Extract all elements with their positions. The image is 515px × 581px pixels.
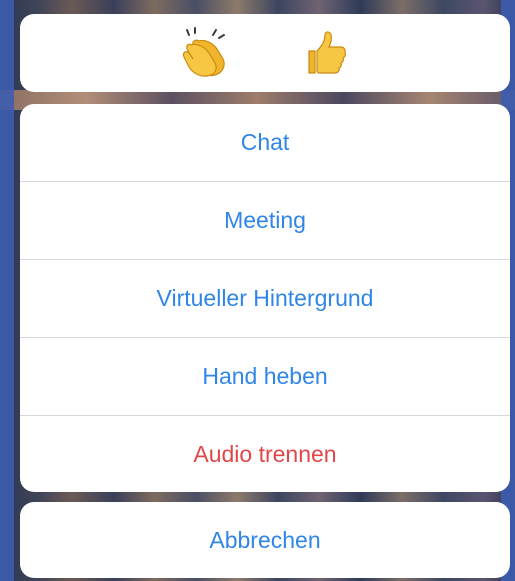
cancel-group: Abbrechen [20, 502, 510, 578]
virtual-background-button[interactable]: Virtueller Hintergrund [20, 259, 510, 337]
chat-button[interactable]: Chat [20, 104, 510, 181]
clapping-hands-icon [179, 27, 231, 79]
disconnect-audio-button[interactable]: Audio trennen [20, 415, 510, 492]
action-sheet: Chat Meeting Virtueller Hintergrund Hand… [20, 104, 510, 492]
thumbs-up-reaction-button[interactable] [265, 14, 385, 92]
clap-reaction-button[interactable] [145, 14, 265, 92]
raise-hand-button[interactable]: Hand heben [20, 337, 510, 415]
disconnect-audio-label: Audio trennen [193, 441, 337, 467]
thumbs-up-icon [301, 29, 349, 77]
raise-hand-label: Hand heben [202, 363, 328, 389]
cancel-label: Abbrechen [209, 526, 321, 553]
meeting-button[interactable]: Meeting [20, 181, 510, 259]
cancel-button[interactable]: Abbrechen [20, 502, 510, 578]
reactions-bar [20, 14, 510, 92]
chat-label: Chat [240, 129, 290, 155]
virtual-background-label: Virtueller Hintergrund [156, 285, 374, 311]
meeting-label: Meeting [224, 207, 306, 233]
